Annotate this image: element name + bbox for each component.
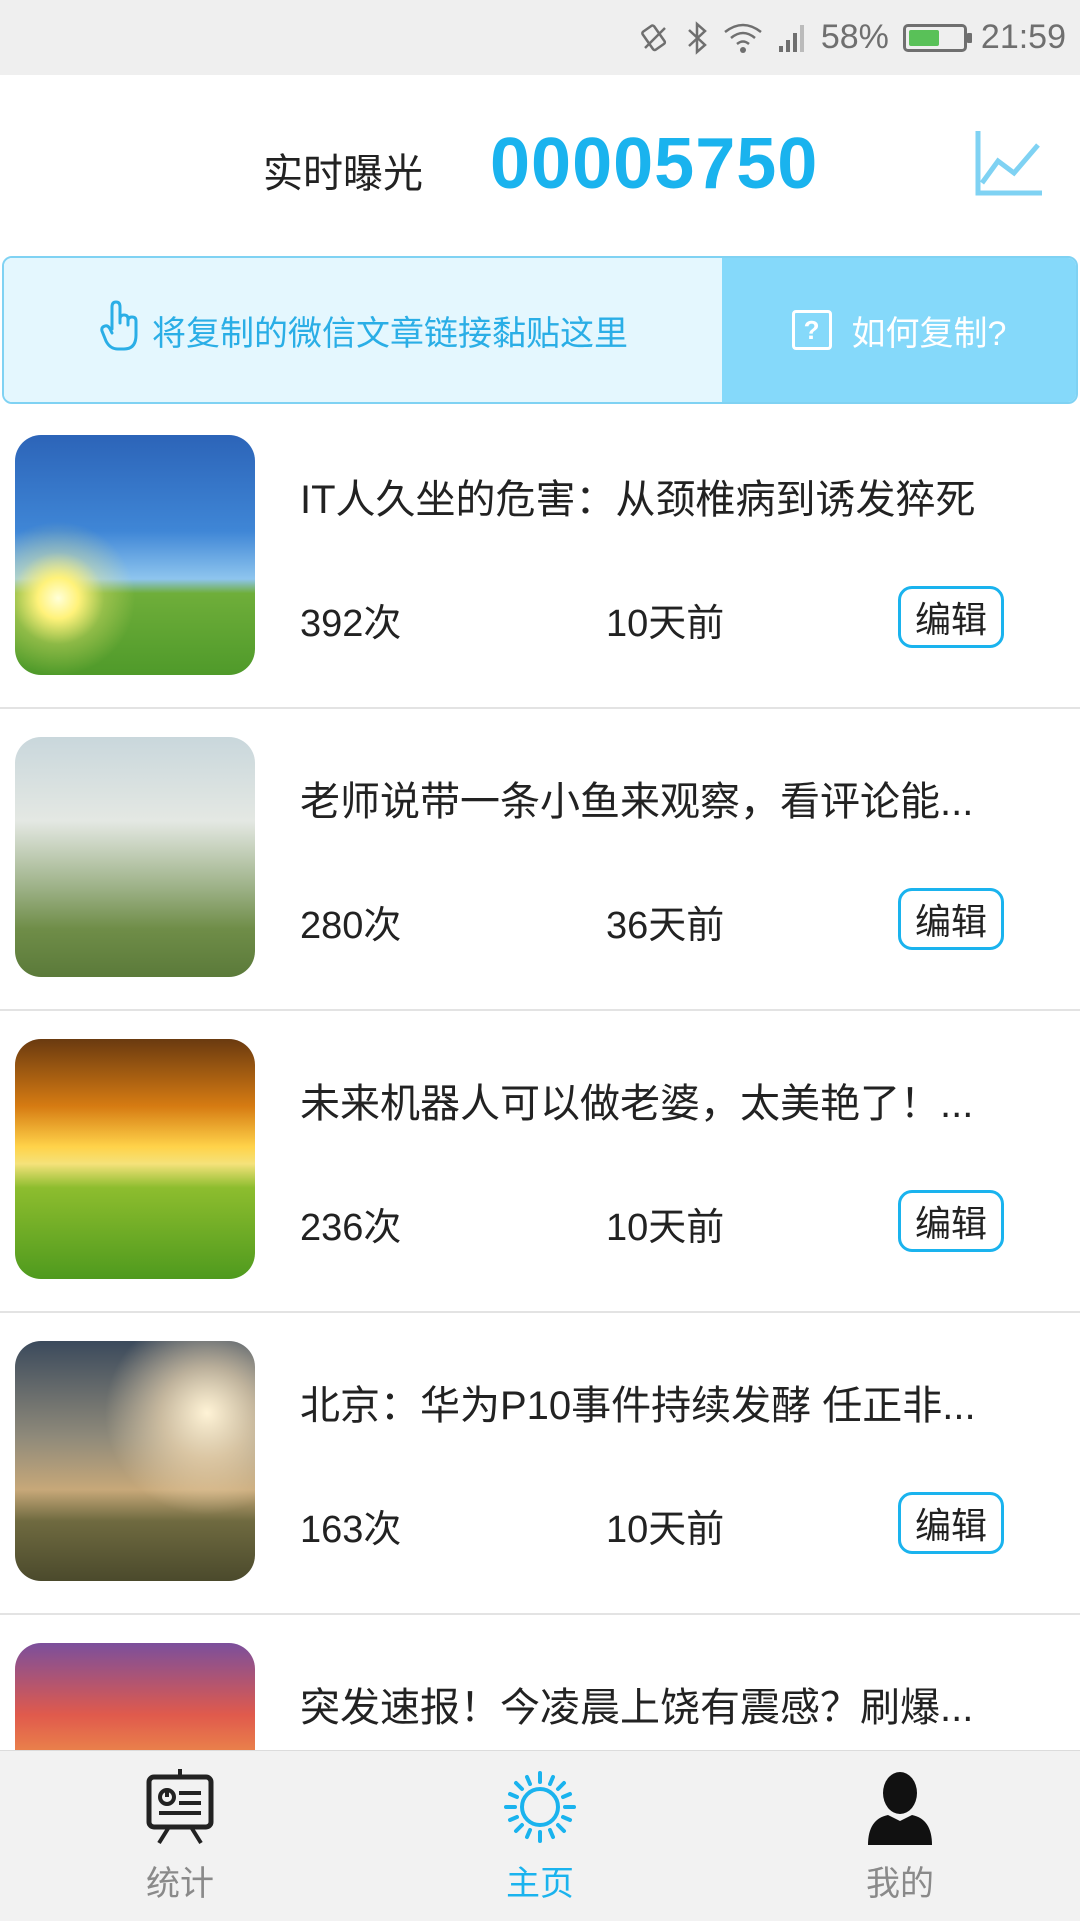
nav-mine-label: 我的 <box>866 1865 934 1903</box>
paste-link-bar: 将复制的微信文章链接黏贴这里 ? 如何复制? <box>2 256 1078 404</box>
article-thumbnail <box>15 435 255 675</box>
edit-button[interactable]: 编辑 <box>898 586 1004 648</box>
edit-button[interactable]: 编辑 <box>898 1190 1004 1252</box>
question-box-icon: ? <box>791 310 832 350</box>
article-time: 36天前 <box>606 905 725 947</box>
exposure-count: 00005750 <box>490 124 819 204</box>
article-title: 突发速报！今凌晨上饶有震感？刷爆... <box>300 1686 974 1730</box>
clock: 21:59 <box>980 18 1066 56</box>
article-thumbnail <box>15 1643 255 1750</box>
article-time: 10天前 <box>606 1509 725 1551</box>
nav-home[interactable]: 主页 <box>360 1751 720 1921</box>
article-thumbnail <box>15 737 255 977</box>
article-thumbnail <box>15 1341 255 1581</box>
article-time: 10天前 <box>606 1207 725 1249</box>
article-row[interactable]: IT人久坐的危害：从颈椎病到诱发猝死 392次 10天前 编辑 <box>0 407 1080 709</box>
paste-hint-text: 将复制的微信文章链接黏贴这里 <box>152 314 628 353</box>
battery-percent: 58% <box>820 18 889 56</box>
how-to-copy-label: 如何复制? <box>851 314 1007 353</box>
article-views: 280次 <box>300 905 402 947</box>
article-title: IT人久坐的危害：从颈椎病到诱发猝死 <box>300 478 976 522</box>
article-title: 未来机器人可以做老婆，太美艳了！... <box>300 1082 974 1126</box>
line-chart-icon[interactable] <box>972 127 1044 199</box>
bottom-navigation: 统计 主页 我的 <box>0 1750 1080 1921</box>
article-row[interactable]: 老师说带一条小鱼来观察，看评论能... 280次 36天前 编辑 <box>0 709 1080 1011</box>
article-views: 236次 <box>300 1207 402 1249</box>
article-list: IT人久坐的危害：从颈椎病到诱发猝死 392次 10天前 编辑 老师说带一条小鱼… <box>0 407 1080 1750</box>
edit-button[interactable]: 编辑 <box>898 888 1004 950</box>
battery-icon <box>902 23 972 52</box>
rotation-lock-icon <box>639 22 671 54</box>
nav-mine[interactable]: 我的 <box>720 1751 1080 1921</box>
article-views: 163次 <box>300 1509 402 1551</box>
article-title: 北京：华为P10事件持续发酵 任正非... <box>300 1384 976 1428</box>
article-row[interactable]: 突发速报！今凌晨上饶有震感？刷爆... <box>0 1615 1080 1750</box>
user-silhouette-icon <box>864 1769 936 1850</box>
article-thumbnail <box>15 1039 255 1279</box>
hand-pointer-icon <box>98 299 144 362</box>
realtime-exposure-label: 实时曝光 <box>263 152 423 196</box>
article-time: 10天前 <box>606 603 725 645</box>
signal-icon <box>777 22 807 54</box>
status-bar: 58% 21:59 <box>0 0 1080 75</box>
wifi-icon <box>723 22 763 54</box>
exposure-header: 实时曝光 00005750 <box>0 75 1080 255</box>
sun-icon <box>500 1769 580 1850</box>
nav-stats[interactable]: 统计 <box>0 1751 360 1921</box>
article-views: 392次 <box>300 603 402 645</box>
how-to-copy-button[interactable]: ? 如何复制? <box>722 258 1076 402</box>
edit-button[interactable]: 编辑 <box>898 1492 1004 1554</box>
paste-link-input[interactable]: 将复制的微信文章链接黏贴这里 <box>4 258 722 402</box>
nav-home-label: 主页 <box>506 1865 574 1903</box>
presentation-board-icon <box>145 1769 215 1850</box>
bluetooth-icon <box>685 20 709 55</box>
article-row[interactable]: 北京：华为P10事件持续发酵 任正非... 163次 10天前 编辑 <box>0 1313 1080 1615</box>
nav-stats-label: 统计 <box>146 1865 214 1903</box>
article-row[interactable]: 未来机器人可以做老婆，太美艳了！... 236次 10天前 编辑 <box>0 1011 1080 1313</box>
article-title: 老师说带一条小鱼来观察，看评论能... <box>300 780 974 824</box>
battery-level <box>908 29 940 46</box>
